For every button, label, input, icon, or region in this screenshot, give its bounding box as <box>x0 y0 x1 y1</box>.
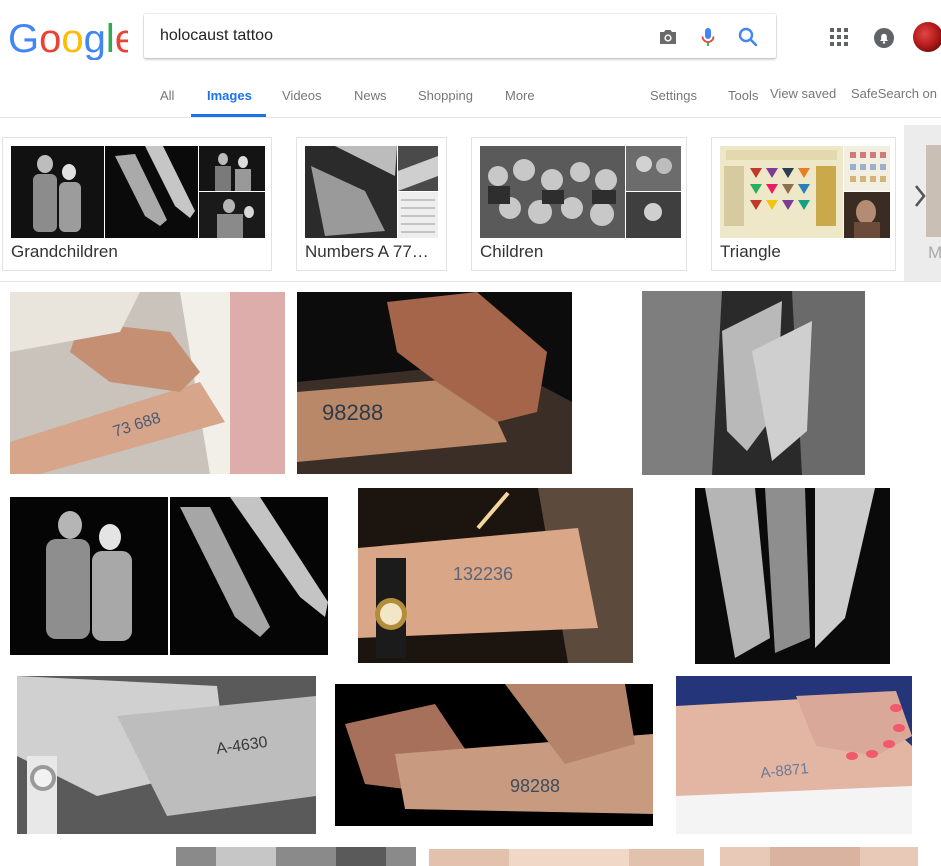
related-searches: Grandchildren Numbers A 77… Children Tri… <box>0 125 941 283</box>
account-avatar[interactable] <box>913 22 941 52</box>
chip-thumbnail <box>199 192 265 238</box>
chip-label: Triangle <box>720 242 781 261</box>
tab-all[interactable]: All <box>160 88 174 103</box>
result-thumbnail: A-4630 <box>17 676 316 834</box>
image-result[interactable] <box>695 488 890 664</box>
search-input[interactable]: holocaust tattoo <box>160 27 273 45</box>
chip-label: Children <box>480 242 544 261</box>
microphone-icon[interactable] <box>696 25 720 49</box>
result-thumbnail <box>176 847 416 866</box>
chip-thumbnail <box>480 146 625 238</box>
chip-thumbnail <box>398 146 438 191</box>
chip-thumbnail <box>720 146 843 238</box>
image-result[interactable]: 98288 <box>297 292 572 474</box>
result-thumbnail: A-8871 <box>676 676 912 834</box>
tab-news[interactable]: News <box>354 88 387 103</box>
tab-videos[interactable]: Videos <box>282 88 322 103</box>
result-thumbnail <box>642 291 865 475</box>
chip-label: Grandchildren <box>11 242 118 261</box>
chip-thumbnail <box>626 146 681 191</box>
result-thumbnail <box>720 847 918 866</box>
tab-shopping[interactable]: Shopping <box>418 88 473 103</box>
related-chip-triangle[interactable]: Triangle <box>711 137 896 271</box>
next-chip-label-peek: M <box>928 243 941 262</box>
search-icon[interactable] <box>736 25 760 49</box>
next-chip-peek <box>926 145 941 237</box>
chip-thumbnail <box>199 146 265 191</box>
chip-thumbnail <box>626 192 681 238</box>
svg-text:98288: 98288 <box>510 776 560 796</box>
view-saved-link[interactable]: View saved <box>770 86 836 101</box>
related-next-button[interactable]: M <box>904 125 941 281</box>
result-thumbnail: 73 688 <box>10 292 285 474</box>
chip-thumbnail <box>11 146 104 238</box>
svg-text:98288: 98288 <box>322 400 383 425</box>
header-divider <box>0 117 941 118</box>
related-chip-numbers[interactable]: Numbers A 77… <box>296 137 447 271</box>
safesearch-toggle[interactable]: SafeSearch on <box>851 86 937 101</box>
chevron-right-icon[interactable] <box>912 183 928 209</box>
chip-label: Numbers A 77… <box>305 242 429 261</box>
image-result[interactable]: 98288 <box>335 684 653 826</box>
search-tabs: All Images Videos News Shopping More Set… <box>0 80 941 118</box>
related-chip-children[interactable]: Children <box>471 137 687 271</box>
result-thumbnail <box>695 488 890 664</box>
svg-text:132236: 132236 <box>453 564 513 584</box>
notifications-icon[interactable] <box>873 27 895 49</box>
chip-thumbnail <box>305 146 397 238</box>
google-logo-text: Google <box>8 17 128 60</box>
chip-thumbnails <box>305 146 438 238</box>
result-thumbnail <box>429 849 704 866</box>
image-result[interactable]: 73 688 <box>10 292 285 474</box>
chip-thumbnail <box>844 192 890 238</box>
image-result[interactable] <box>10 497 328 655</box>
related-chip-grandchildren[interactable]: Grandchildren <box>2 137 272 271</box>
camera-icon[interactable] <box>656 25 680 49</box>
chip-thumbnail <box>105 146 198 238</box>
image-result[interactable] <box>642 291 865 475</box>
tab-settings[interactable]: Settings <box>650 88 697 103</box>
result-thumbnail: 98288 <box>335 684 653 826</box>
image-result[interactable]: 132236 <box>358 488 633 663</box>
result-thumbnail: 132236 <box>358 488 633 663</box>
result-thumbnail: 98288 <box>297 292 572 474</box>
chip-thumbnails <box>720 146 890 238</box>
image-result[interactable] <box>176 847 416 866</box>
tab-tools[interactable]: Tools <box>728 88 758 103</box>
image-result[interactable] <box>720 847 918 866</box>
image-result[interactable]: A-8871 <box>676 676 912 834</box>
tab-images[interactable]: Images <box>207 88 252 103</box>
tab-more[interactable]: More <box>505 88 535 103</box>
chip-thumbnail <box>844 146 890 191</box>
google-logo[interactable]: Google <box>8 16 128 60</box>
chip-thumbnails <box>480 146 681 238</box>
image-result[interactable] <box>429 849 704 866</box>
chips-divider <box>0 281 941 282</box>
chip-thumbnails <box>11 146 265 238</box>
chip-thumbnail <box>398 192 438 238</box>
result-thumbnail <box>10 497 328 655</box>
image-result[interactable]: A-4630 <box>17 676 316 834</box>
search-box[interactable]: holocaust tattoo <box>144 14 776 58</box>
apps-icon[interactable] <box>830 28 848 46</box>
